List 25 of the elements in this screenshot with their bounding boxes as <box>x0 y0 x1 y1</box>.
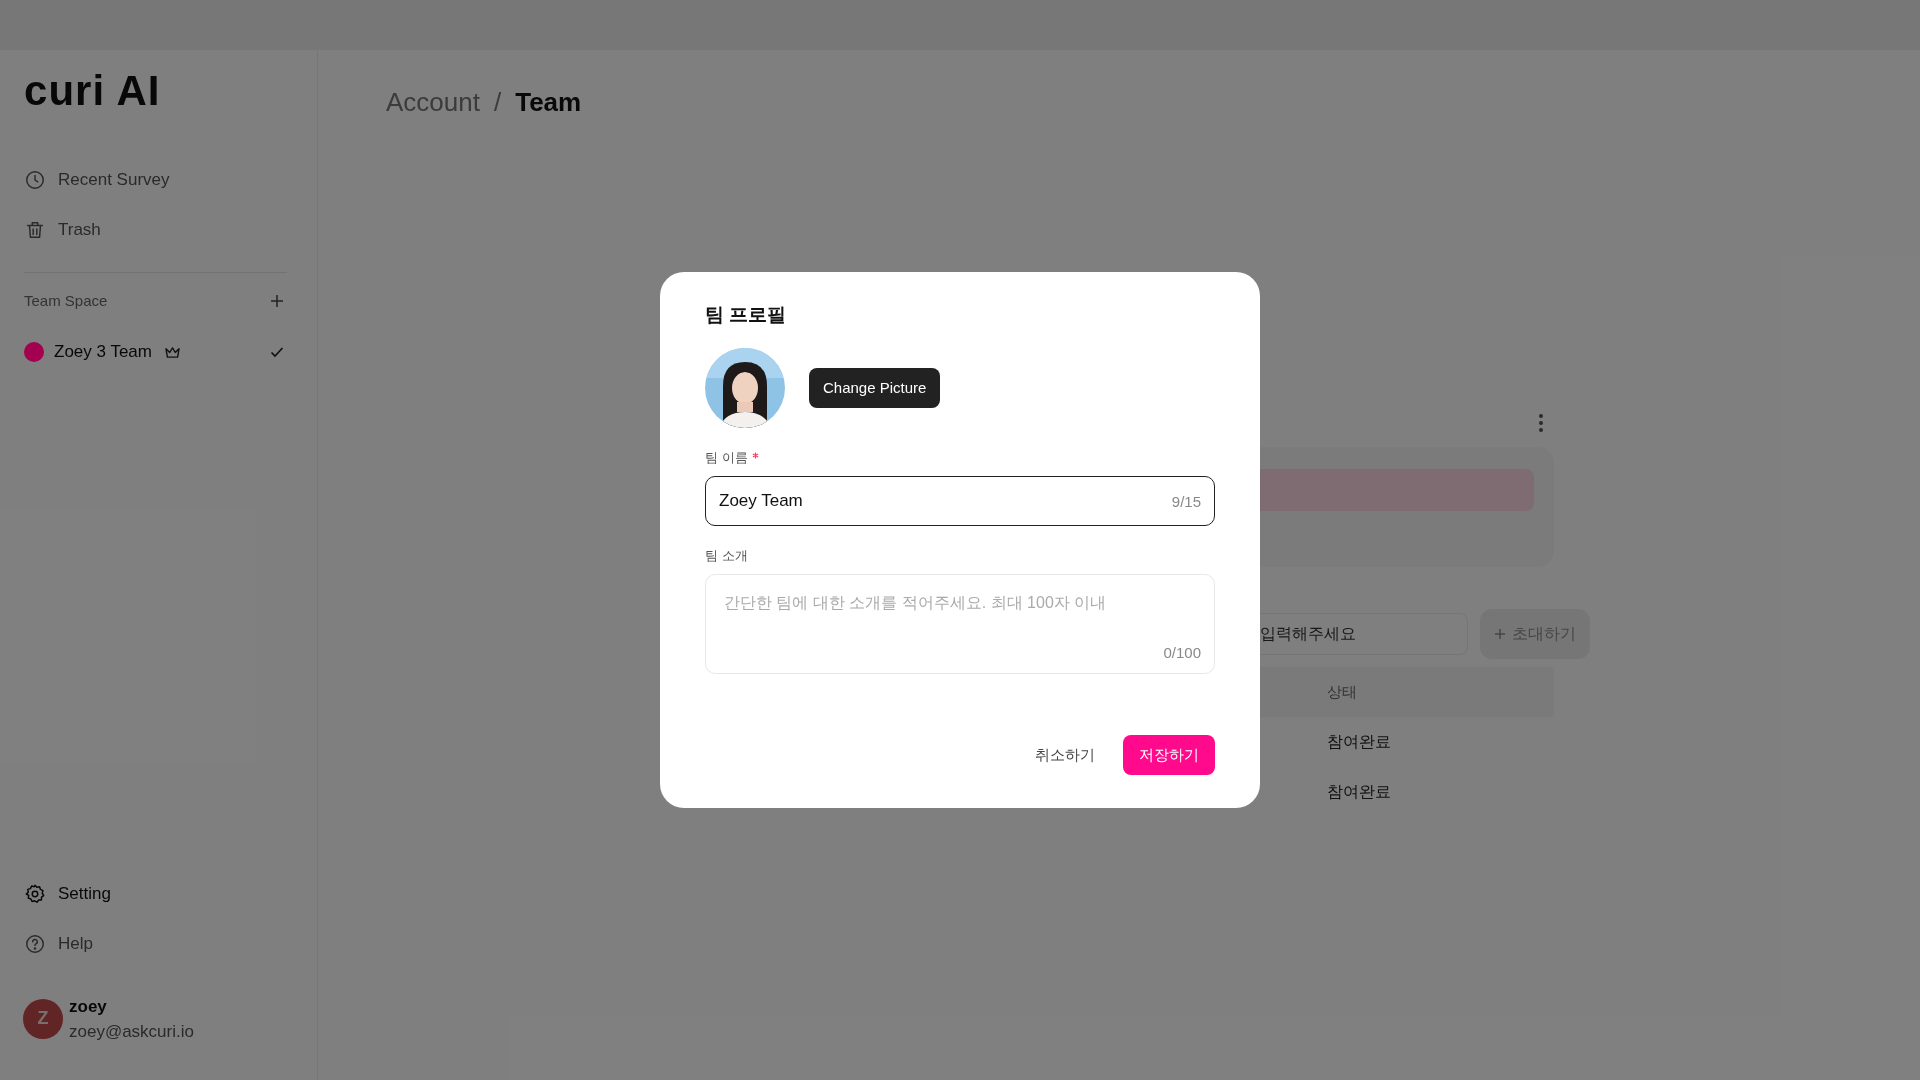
nav-item[interactable]: Setting <box>24 875 293 912</box>
breadcrumb-item[interactable]: / <box>493 82 502 122</box>
nav-item[interactable]: Help <box>24 925 293 962</box>
user-name: zoey <box>69 995 108 1017</box>
breadcrumb-item[interactable]: Account <box>386 82 480 122</box>
character-counter: 0/100 <box>1163 642 1201 663</box>
table-cell-text: 참여완료 <box>1327 782 1391 802</box>
cancel-button[interactable]: 취소하기 <box>1029 735 1101 775</box>
field-label: 팀 소개 <box>705 547 748 566</box>
modal-title: 팀 프로필 <box>705 302 788 327</box>
team-item[interactable]: Zoey 3 Team <box>24 337 293 367</box>
nav-item[interactable]: Trash <box>24 212 293 248</box>
table-cell-text: 참여완료 <box>1327 732 1391 752</box>
breadcrumb-item: Team <box>515 85 582 119</box>
column-header: 상태 <box>1327 681 1357 702</box>
user-avatar: Z <box>23 998 63 1039</box>
field-label: 팀 이름 <box>705 449 748 468</box>
user-email: zoey@askcuri.io <box>69 1020 194 1042</box>
team-name: Zoey 3 Team <box>54 341 152 364</box>
logo: curi AI <box>24 72 162 112</box>
section-title: Team Space <box>24 290 108 311</box>
save-button[interactable]: 저장하기 <box>1123 735 1215 775</box>
character-counter: 9/15 <box>1171 492 1201 512</box>
nav-item[interactable]: Recent Survey <box>24 162 293 198</box>
change-picture-button[interactable]: Change Picture <box>809 368 941 408</box>
